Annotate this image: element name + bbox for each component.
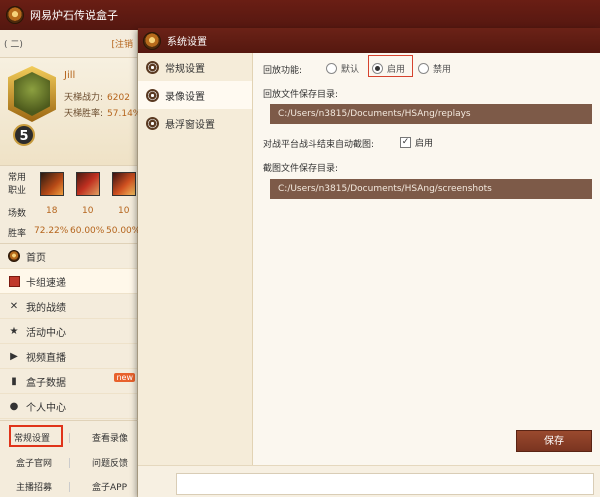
nav-item-events[interactable]: ★ 活动中心 [0, 319, 137, 344]
dialog-title: 系统设置 [167, 37, 207, 48]
nav-item-profile[interactable]: ● 个人中心 [0, 394, 137, 419]
tab-overlay-settings[interactable]: 悬浮窗设置 [138, 109, 252, 137]
hs-logo-icon [143, 31, 161, 50]
username: Jill [64, 70, 76, 81]
official-site-link[interactable]: 盒子官网 [16, 456, 52, 469]
hero-class-icon[interactable] [76, 172, 100, 196]
bar-chart-icon: ▮ [11, 375, 17, 387]
new-badge: new [114, 373, 135, 382]
settings-dialog: 系统设置 常规设置 录像设置 悬浮窗设置 回放功能: 默认 启用 禁用 回放文件… [138, 28, 600, 497]
nav-item-box-data[interactable]: ▮ 盒子数据 new [0, 369, 137, 394]
replay-disable-radio[interactable]: 禁用 [418, 62, 451, 75]
level-badge: 5 [13, 124, 35, 146]
mobile-app-link[interactable]: 盒子APP [92, 480, 127, 493]
nav-item-live-video[interactable]: ▶ 视频直播 [0, 344, 137, 369]
spiral-icon [146, 116, 159, 130]
hero-class-icon[interactable] [40, 172, 64, 196]
logout-link[interactable]: [注销 [111, 37, 133, 50]
screenshot-path-input[interactable]: C:/Users/n3815/Documents/HSAng/screensho… [270, 179, 592, 199]
app-titlebar: 网易炉石传说盒子 [0, 0, 600, 30]
auto-screenshot-checkbox[interactable]: ✓ 启用 [400, 136, 433, 149]
screenshot-path-label: 截图文件保存目录: [263, 164, 339, 174]
replay-function-label: 回放功能: [263, 66, 303, 76]
hero-class-icon[interactable] [112, 172, 136, 196]
ladder-winrate: 天梯胜率: 57.14% [64, 109, 142, 119]
user-status[interactable]: ( 二) [4, 37, 23, 50]
dialog-titlebar[interactable]: 系统设置 [138, 28, 600, 53]
settings-tabs: 常规设置 录像设置 悬浮窗设置 [138, 53, 253, 465]
ladder-power: 天梯战力: 6202 [64, 93, 130, 103]
video-icon: ▶ [10, 350, 18, 362]
nav-item-deck-express[interactable]: 卡组速递 [0, 269, 137, 294]
nav-item-home[interactable]: 首页 [0, 244, 137, 269]
user-icon: ● [9, 400, 19, 412]
avatar[interactable] [8, 66, 56, 122]
check-icon: ✓ [400, 137, 411, 148]
save-button[interactable]: 保存 [516, 430, 592, 452]
common-class-label: 常用 职业 [8, 173, 27, 196]
star-icon: ★ [9, 325, 19, 337]
sidebar: ( 二) [注销 5 Jill 天梯战力: 6202 天梯胜率: 57.14% 常用… [0, 30, 141, 497]
recording-settings-panel: 回放功能: 默认 启用 禁用 回放文件保存目录: C:/Users/n3815/… [253, 53, 600, 465]
replay-path-label: 回放文件保存目录: [263, 90, 339, 100]
tab-general-settings[interactable]: 常规设置 [138, 53, 252, 81]
hero-stats: 常用 职业 场数 18 10 10 胜率 72.22% 60.00% 50.00… [0, 166, 140, 244]
replay-path-input[interactable]: C:/Users/n3815/Documents/HSAng/replays [270, 104, 592, 124]
bottom-links: 常规设置 查看录像 盒子官网 问题反馈 主播招募 盒子APP [0, 420, 138, 497]
hs-logo-icon [8, 250, 20, 262]
tab-recording-settings[interactable]: 录像设置 [138, 81, 252, 109]
swords-icon: ✕ [9, 300, 19, 312]
profile-panel: 5 Jill 天梯战力: 6202 天梯胜率: 57.14% [0, 58, 141, 166]
spiral-icon [146, 60, 159, 74]
spiral-icon [146, 88, 159, 102]
app-title: 网易炉石传说盒子 [30, 9, 118, 22]
feedback-link[interactable]: 问题反馈 [92, 456, 128, 469]
dialog-footer [138, 465, 600, 497]
enable-highlight-box [368, 55, 413, 77]
main-nav: 首页 卡组速递 ✕ 我的战绩 ★ 活动中心 ▶ 视频直播 ▮ 盒子数据 new [0, 244, 137, 419]
streamer-recruit-link[interactable]: 主播招募 [16, 480, 52, 493]
user-strip: ( 二) [注销 [0, 30, 137, 58]
hs-logo-icon [6, 6, 24, 24]
deck-icon [8, 275, 20, 287]
nav-item-my-record[interactable]: ✕ 我的战绩 [0, 294, 137, 319]
auto-screenshot-label: 对战平台战斗结束自动截图: [263, 140, 375, 150]
replay-default-radio[interactable]: 默认 [326, 62, 359, 75]
settings-link[interactable]: 常规设置 [14, 431, 50, 444]
recordings-link[interactable]: 查看录像 [92, 431, 128, 444]
footer-input[interactable] [176, 473, 594, 495]
